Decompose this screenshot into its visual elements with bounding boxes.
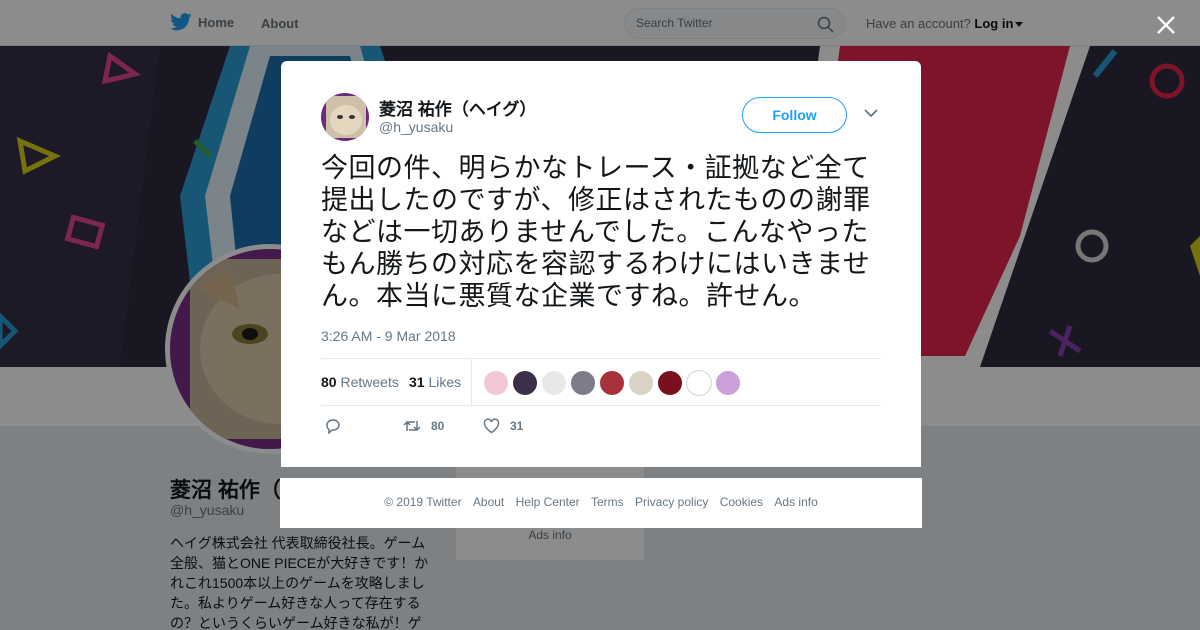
retweet-icon: [403, 420, 421, 432]
retweets-stat[interactable]: 80 Retweets: [321, 374, 399, 390]
footer-help-link[interactable]: Help Center: [516, 495, 580, 509]
liker-avatar[interactable]: [541, 370, 567, 396]
tweet-permalink-modal: 菱沼 祐作（ヘイグ） @h_yusaku Follow 今回の件、明らかなトレー…: [281, 61, 921, 467]
reply-button[interactable]: [325, 418, 341, 434]
like-button[interactable]: 31: [483, 418, 523, 434]
liker-avatar[interactable]: [599, 370, 625, 396]
likes-label: Likes: [428, 374, 462, 390]
retweets-label: Retweets: [340, 374, 399, 390]
reply-icon: [326, 419, 340, 434]
liker-avatar[interactable]: [657, 370, 683, 396]
tweet-author-handle[interactable]: @h_yusaku: [379, 119, 453, 135]
retweets-count: 80: [321, 374, 337, 390]
footer-terms-link[interactable]: Terms: [591, 495, 624, 509]
liker-avatars: [483, 370, 741, 396]
close-icon[interactable]: [1153, 12, 1179, 38]
tweet-actions: 80 31: [321, 416, 621, 440]
footer-copyright: © 2019 Twitter: [384, 495, 462, 509]
footer-ads-link[interactable]: Ads info: [774, 495, 817, 509]
like-action-count: 31: [510, 419, 524, 433]
liker-avatar[interactable]: [628, 370, 654, 396]
footer-links: © 2019 Twitter About Help Center Terms P…: [280, 495, 922, 509]
cat-avatar-icon: [321, 93, 369, 141]
liker-avatar[interactable]: [512, 370, 538, 396]
follow-button[interactable]: Follow: [742, 97, 847, 133]
tweet-timestamp[interactable]: 3:26 AM - 9 Mar 2018: [321, 328, 456, 344]
likes-stat[interactable]: 31 Likes: [409, 374, 461, 390]
retweet-action-count: 80: [431, 419, 445, 433]
stats-divider: [471, 359, 472, 405]
liker-avatar[interactable]: [686, 370, 712, 396]
footer-about-link[interactable]: About: [473, 495, 504, 509]
tweet-text: 今回の件、明らかなトレース・証拠など全て提出したのですが、修正はされたものの謝罪…: [321, 153, 871, 312]
tweet-stats: 80 Retweets 31 Likes: [321, 358, 881, 406]
footer-privacy-link[interactable]: Privacy policy: [635, 495, 708, 509]
footer-cookies-link[interactable]: Cookies: [720, 495, 763, 509]
heart-icon: [483, 418, 500, 434]
liker-avatar[interactable]: [483, 370, 509, 396]
likes-count: 31: [409, 374, 425, 390]
chevron-down-icon[interactable]: [864, 108, 878, 118]
retweet-button[interactable]: 80: [403, 418, 444, 434]
tweet-author-name[interactable]: 菱沼 祐作（ヘイグ）: [379, 95, 536, 120]
modal-footer: © 2019 Twitter About Help Center Terms P…: [280, 478, 922, 528]
liker-avatar[interactable]: [570, 370, 596, 396]
liker-avatar[interactable]: [715, 370, 741, 396]
tweet-author-avatar[interactable]: [321, 93, 369, 141]
